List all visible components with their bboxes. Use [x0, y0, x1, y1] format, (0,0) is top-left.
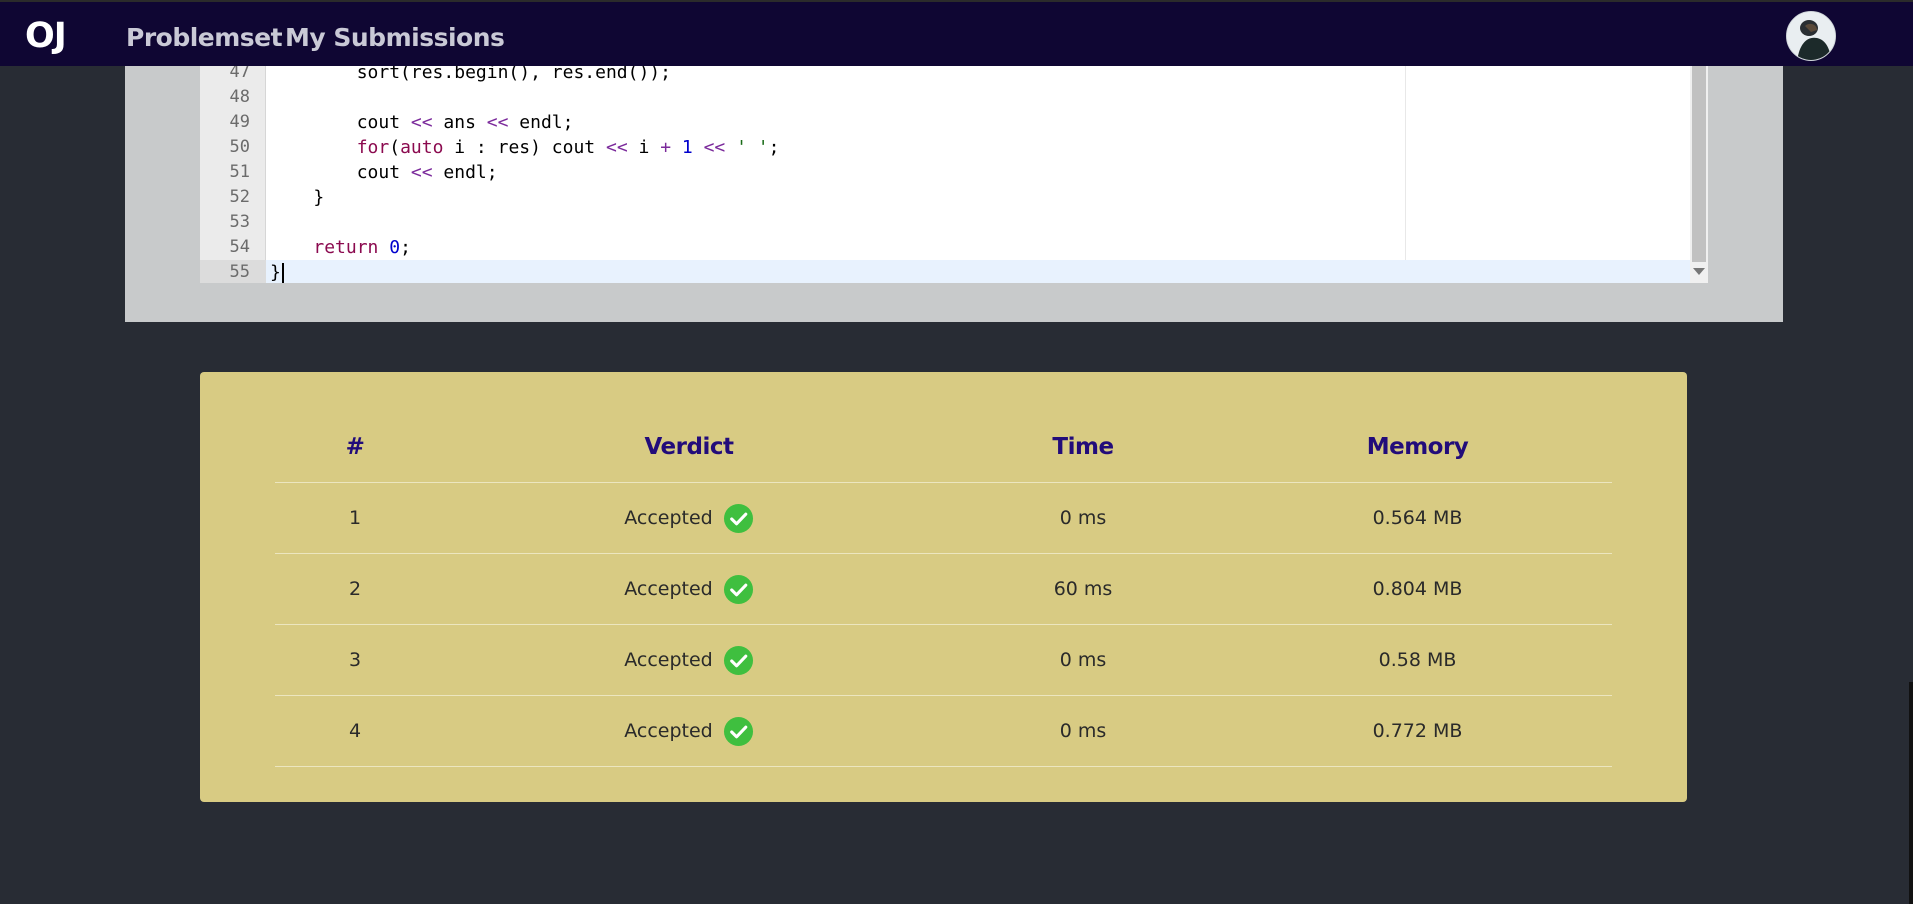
verdict-text: Accepted — [624, 578, 713, 600]
row-memory: 0.58 MB — [1378, 649, 1457, 671]
row-verdict: Accepted — [435, 483, 943, 554]
line-number: 49 — [229, 112, 250, 132]
avatar-image — [1787, 12, 1835, 60]
code-text: } — [270, 260, 284, 283]
table-header: # Verdict Time Memory — [275, 412, 1612, 483]
nav-my-submissions-link[interactable]: My Submissions — [285, 24, 505, 52]
check-circle-icon — [723, 574, 753, 605]
line-number: 53 — [229, 212, 250, 232]
page-scrollbar-edge[interactable] — [1909, 682, 1913, 904]
row-time: 0 ms — [1059, 720, 1107, 742]
verdict-text: Accepted — [624, 720, 713, 742]
line-number: 51 — [229, 162, 250, 182]
code-text: cout << ans << endl; — [270, 112, 574, 133]
check-circle-icon — [723, 716, 753, 747]
line-number: 48 — [229, 87, 250, 107]
code-text: cout << endl; — [270, 162, 498, 183]
row-number: 3 — [348, 649, 362, 671]
check-circle-icon — [723, 645, 753, 676]
line-number: 55 — [200, 260, 266, 283]
navbar: OJ Problemset My Submissions — [0, 0, 1913, 66]
scroll-down-arrow-icon[interactable] — [1693, 268, 1705, 275]
header-memory: Memory — [1366, 434, 1469, 460]
row-number: 1 — [348, 507, 362, 529]
code-editor[interactable]: 47 sort(res.begin(), res.end()); 48 49 c… — [200, 66, 1708, 283]
verdict-text: Accepted — [624, 649, 713, 671]
code-text: } — [270, 187, 325, 208]
line-number: 50 — [229, 137, 250, 157]
row-memory: 0.564 MB — [1372, 507, 1463, 529]
editor-scrollbar[interactable] — [1690, 66, 1708, 283]
results-table: # Verdict Time Memory 1 Accepted 0 ms 0.… — [275, 412, 1612, 767]
table-row: 3 Accepted 0 ms 0.58 MB — [275, 625, 1612, 696]
line-number: 47 — [229, 66, 250, 82]
table-row: 1 Accepted 0 ms 0.564 MB — [275, 483, 1612, 554]
line-number: 54 — [229, 237, 250, 257]
row-time: 60 ms — [1053, 578, 1113, 600]
code-line-49[interactable]: 49 cout << ans << endl; — [200, 110, 1690, 135]
code-line-50[interactable]: 50 for(auto i : res) cout << i + 1 << ' … — [200, 135, 1690, 160]
table-row: 4 Accepted 0 ms 0.772 MB — [275, 696, 1612, 767]
code-text: for(auto i : res) cout << i + 1 << ' '; — [356, 137, 780, 158]
brand-logo[interactable]: OJ — [25, 18, 67, 54]
row-verdict: Accepted — [435, 696, 943, 767]
code-line-53[interactable]: 53 — [200, 210, 1690, 235]
row-memory: 0.804 MB — [1372, 578, 1463, 600]
text-cursor — [281, 263, 284, 283]
row-time: 0 ms — [1059, 649, 1107, 671]
table-row: 2 Accepted 60 ms 0.804 MB — [275, 554, 1612, 625]
row-verdict: Accepted — [435, 625, 943, 696]
row-time: 0 ms — [1059, 507, 1107, 529]
page: OJ Problemset My Submissions 47 sort(res… — [0, 0, 1913, 904]
check-circle-icon — [723, 503, 753, 534]
line-number: 52 — [229, 187, 250, 207]
row-memory: 0.772 MB — [1372, 720, 1463, 742]
header-time: Time — [1052, 434, 1114, 460]
header-verdict: Verdict — [644, 434, 734, 460]
user-avatar[interactable] — [1786, 11, 1836, 61]
results-card: # Verdict Time Memory 1 Accepted 0 ms 0.… — [200, 372, 1687, 802]
code-line-51[interactable]: 51 cout << endl; — [200, 160, 1690, 185]
nav-problemset-link[interactable]: Problemset — [126, 24, 283, 52]
row-number: 2 — [348, 578, 362, 600]
row-number: 4 — [348, 720, 362, 742]
scrollbar-thumb[interactable] — [1692, 66, 1706, 262]
code-line-55[interactable]: 55 } — [200, 260, 1690, 283]
row-verdict: Accepted — [435, 554, 943, 625]
code-text: return 0; — [313, 237, 411, 258]
header-number: # — [345, 434, 365, 460]
code-line-47[interactable]: 47 sort(res.begin(), res.end()); — [200, 66, 1690, 85]
code-text: sort(res.begin(), res.end()); — [356, 66, 671, 83]
code-line-48[interactable]: 48 — [200, 85, 1690, 110]
code-line-52[interactable]: 52 } — [200, 185, 1690, 210]
verdict-text: Accepted — [624, 507, 713, 529]
code-line-54[interactable]: 54 return 0; — [200, 235, 1690, 260]
